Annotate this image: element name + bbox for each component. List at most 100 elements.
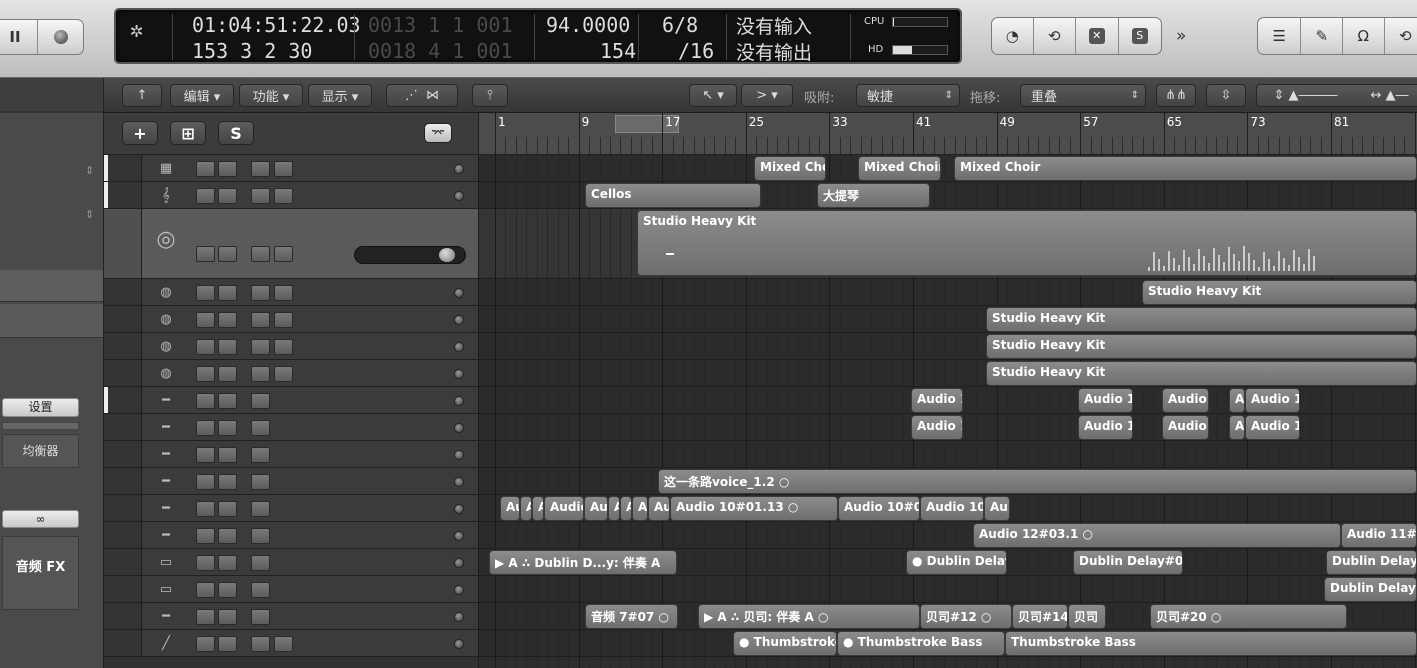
region[interactable]: Studio Heavy Kit	[637, 210, 1417, 276]
region[interactable]: Mixed Choir	[858, 156, 941, 181]
region[interactable]: Dublin Delay#02	[1073, 550, 1183, 575]
mute-button[interactable]	[196, 311, 215, 328]
region[interactable]: Mixed Choir	[954, 156, 1417, 181]
mute-button[interactable]	[196, 419, 215, 436]
on-off-indicator[interactable]	[454, 190, 464, 201]
region[interactable]: 这一条路voice_1.2 ○	[658, 469, 1417, 494]
freeze-button[interactable]	[251, 311, 270, 328]
mute-button[interactable]	[196, 187, 215, 204]
region[interactable]: Au	[632, 496, 648, 521]
on-off-indicator[interactable]	[454, 163, 464, 174]
solo-button[interactable]	[218, 473, 237, 490]
freeze-button[interactable]	[251, 365, 270, 382]
list-icon[interactable]: ☰	[1258, 18, 1302, 54]
record-enable-button[interactable]	[274, 160, 293, 177]
mute-button[interactable]	[196, 338, 215, 355]
solo-button[interactable]	[218, 419, 237, 436]
track-header-13[interactable]: ━	[104, 522, 478, 549]
solo-button[interactable]	[218, 246, 237, 262]
track-header-6[interactable]: ◍	[104, 333, 478, 360]
freeze-button[interactable]	[251, 392, 270, 409]
region[interactable]: Studio Heavy Kit	[1142, 280, 1417, 305]
folder-button[interactable]: ⊞	[170, 121, 206, 145]
solo-button[interactable]: S	[1119, 18, 1161, 54]
track-header-10[interactable]: ━	[104, 441, 478, 468]
region[interactable]: 大提琴	[817, 183, 930, 208]
mute-button[interactable]	[196, 635, 215, 652]
region[interactable]: Audio 11#0	[1341, 523, 1417, 548]
notepad-icon[interactable]: ✎	[1301, 18, 1343, 54]
gauge-icon[interactable]: ◔	[992, 18, 1034, 54]
solo-button[interactable]	[218, 446, 237, 463]
solo-button[interactable]	[218, 365, 237, 382]
freeze-button[interactable]	[251, 581, 270, 598]
freeze-button[interactable]	[251, 246, 270, 262]
freeze-button[interactable]	[251, 608, 270, 625]
mute-button[interactable]	[196, 160, 215, 177]
region[interactable]: Audio 1	[1245, 388, 1300, 413]
region[interactable]: Audio	[1162, 415, 1209, 440]
automation-button[interactable]: ⋰ ⋈	[386, 84, 458, 107]
track-header-11[interactable]: ━	[104, 468, 478, 495]
region[interactable]: ● Dublin Delay	[906, 550, 1007, 575]
region[interactable]: Studio Heavy Kit	[986, 307, 1417, 332]
chevron-updown-icon[interactable]: ⇕	[85, 208, 94, 221]
freeze-button[interactable]	[251, 338, 270, 355]
replace-icon[interactable]: ✕	[1076, 18, 1119, 54]
region[interactable]: Audio	[1162, 388, 1209, 413]
mute-button[interactable]	[196, 392, 215, 409]
vertical-zoom-button[interactable]: ⇳	[1206, 84, 1246, 107]
freeze-button[interactable]	[251, 419, 270, 436]
on-off-indicator[interactable]	[454, 638, 464, 649]
track-header-14[interactable]: ▭	[104, 549, 478, 576]
solo-button[interactable]	[218, 635, 237, 652]
track-header-3[interactable]: ◎	[104, 209, 478, 279]
media-icon[interactable]: ⟲	[1385, 18, 1417, 54]
back-button[interactable]: ↑	[122, 84, 162, 107]
on-off-indicator[interactable]	[454, 557, 464, 568]
freeze-button[interactable]	[251, 500, 270, 517]
collapse-icon[interactable]: ⌤	[424, 123, 452, 143]
track-header-17[interactable]: ╱	[104, 630, 478, 657]
solo-button[interactable]	[218, 581, 237, 598]
mute-button[interactable]	[196, 284, 215, 301]
lcd-display[interactable]: ✲ 01:04:51:22.03 153 3 2 30 0013 1 1 001…	[114, 8, 962, 64]
link-button[interactable]: ∞	[2, 510, 79, 528]
freeze-button[interactable]	[251, 635, 270, 652]
solo-button[interactable]	[218, 284, 237, 301]
region[interactable]: A	[1229, 388, 1245, 413]
region[interactable]: ▶ A ∴ 贝司: 伴奏 A ○	[698, 604, 920, 629]
on-off-indicator[interactable]	[454, 449, 464, 460]
track-header-12[interactable]: ━	[104, 495, 478, 522]
region[interactable]: Studio Heavy Kit	[986, 334, 1417, 359]
record-enable-button[interactable]	[274, 187, 293, 204]
region[interactable]: ● Thumbstroke	[733, 631, 837, 656]
freeze-button[interactable]	[251, 527, 270, 544]
mute-button[interactable]	[196, 608, 215, 625]
slider-knob[interactable]	[439, 248, 455, 262]
freeze-button[interactable]	[251, 284, 270, 301]
pause-button[interactable]: II	[0, 20, 39, 54]
pencil-tool[interactable]: > ▾	[741, 84, 793, 107]
region[interactable]: Thumbstroke Bass	[1005, 631, 1417, 656]
on-off-indicator[interactable]	[454, 530, 464, 541]
region[interactable]: 贝司#14	[1012, 604, 1068, 629]
freeze-button[interactable]	[251, 554, 270, 571]
track-header-2[interactable]: 𝄞	[104, 182, 478, 209]
region[interactable]: Audio 1	[1078, 415, 1133, 440]
settings-button[interactable]: 设置	[2, 398, 79, 417]
mute-button[interactable]	[196, 554, 215, 571]
region[interactable]: Mixed Cho	[754, 156, 826, 181]
mute-button[interactable]	[196, 473, 215, 490]
solo-button[interactable]	[218, 338, 237, 355]
view-menu[interactable]: 显示 ▾	[308, 84, 372, 107]
mute-button[interactable]	[196, 500, 215, 517]
region[interactable]: A	[608, 496, 620, 521]
record-enable-button[interactable]	[274, 635, 293, 652]
track-header-4[interactable]: ◍	[104, 279, 478, 306]
region[interactable]: Audio 1	[1245, 415, 1300, 440]
filter-button[interactable]: ⫯	[472, 84, 508, 107]
freeze-button[interactable]	[251, 187, 270, 204]
track-header-7[interactable]: ◍	[104, 360, 478, 387]
record-enable-button[interactable]	[274, 365, 293, 382]
